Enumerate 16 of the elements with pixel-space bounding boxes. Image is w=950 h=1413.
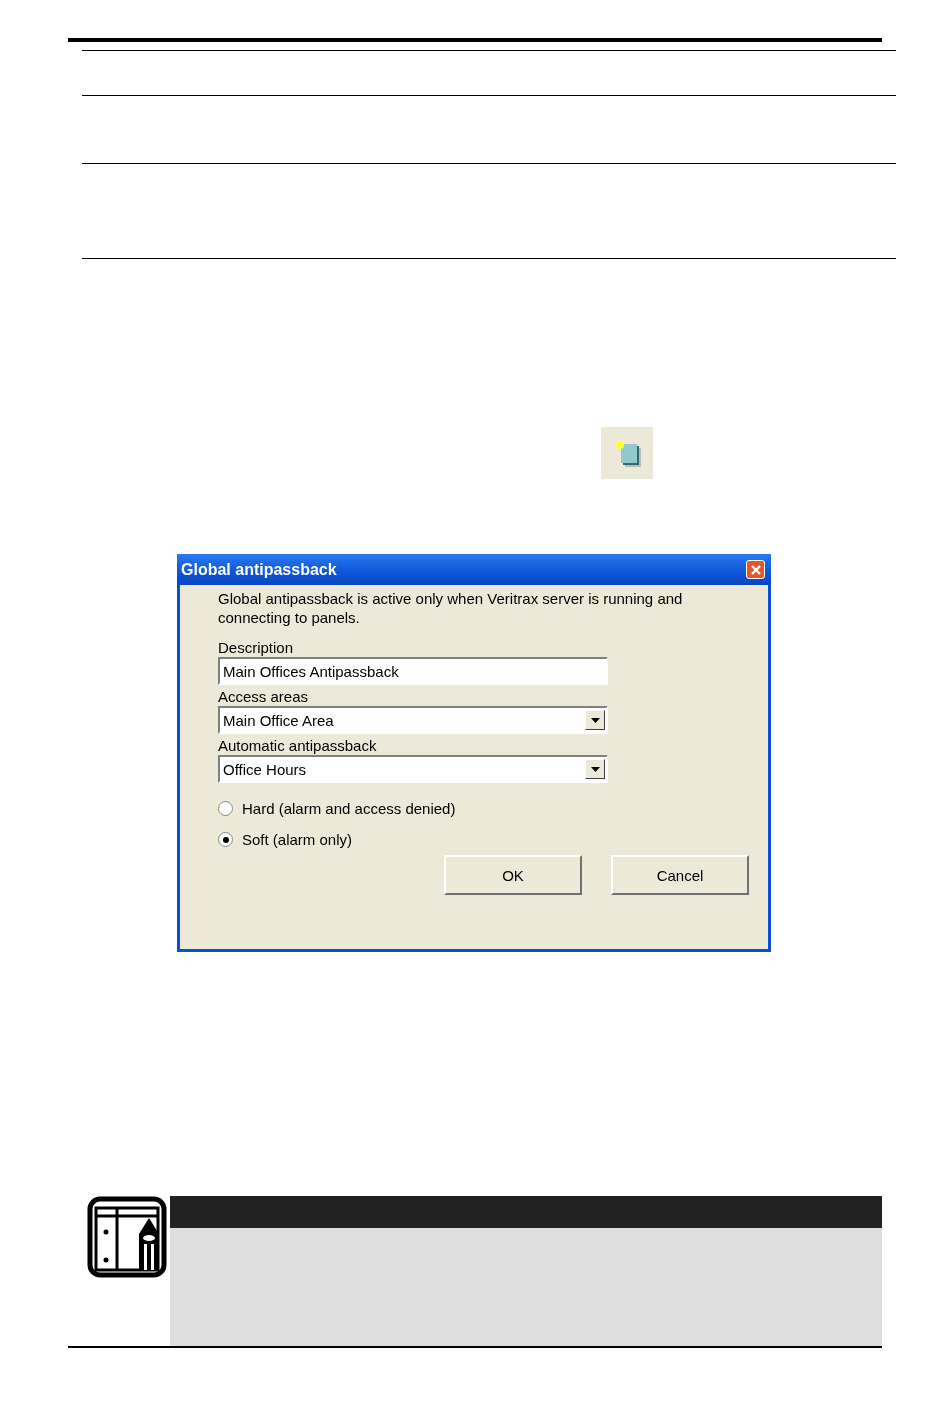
dropdown-field[interactable]: Office Hours: [218, 755, 608, 783]
dropdown-field[interactable]: Main Office Area: [218, 706, 608, 734]
radio-button[interactable]: [218, 832, 233, 847]
radio-button[interactable]: [218, 801, 233, 816]
notebook-pencil-icon: [87, 1196, 167, 1278]
field-label: Access areas: [218, 688, 310, 705]
text-field[interactable]: Main Offices Antipassback: [218, 657, 608, 685]
field-label: Automatic antipassback: [218, 737, 378, 754]
window-title: Global antipassback: [181, 560, 337, 579]
dialog-button[interactable]: Cancel: [611, 855, 749, 895]
info-message: Global antipassback is active only when Veritrax server is running and connecting to panels.: [218, 589, 684, 627]
dialog-button[interactable]: OK: [444, 855, 582, 895]
field-label: Description: [218, 639, 295, 656]
radio-label: Hard (alarm and access denied): [242, 800, 456, 817]
radio-label: Soft (alarm only): [242, 831, 353, 848]
new-item-icon[interactable]: [601, 427, 653, 479]
